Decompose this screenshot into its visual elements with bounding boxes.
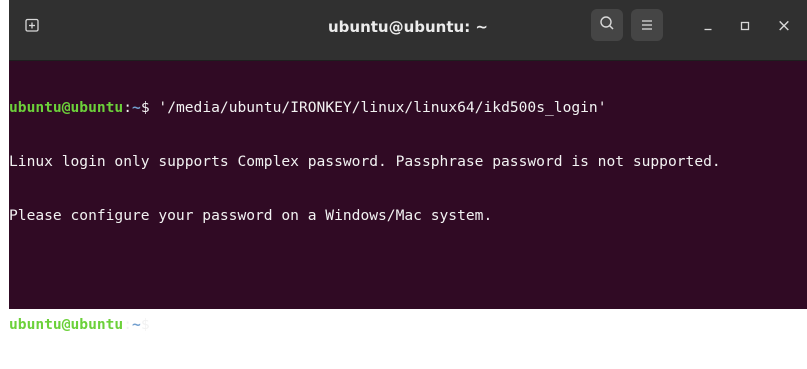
terminal-window: ubuntu@ubuntu: ~ × ubuntu@ubuntu:~$ '/me… xyxy=(9,0,807,333)
new-tab-icon xyxy=(24,17,40,37)
search-button[interactable] xyxy=(591,9,623,41)
prompt-user-host: ubuntu@ubuntu xyxy=(9,99,124,116)
prompt-path: ~ xyxy=(132,99,141,116)
terminal-output[interactable]: ubuntu@ubuntu:~$ '/media/ubuntu/IRONKEY/… xyxy=(9,60,807,333)
close-button[interactable]: × xyxy=(770,12,798,40)
prompt-path: ~ xyxy=(132,316,141,333)
terminal-line-output: Please configure your password on a Wind… xyxy=(9,207,493,224)
prompt-char: $ xyxy=(140,99,150,116)
command-text xyxy=(150,316,159,333)
hamburger-menu-icon xyxy=(640,16,654,35)
terminal-line-output: Linux login only supports Complex passwo… xyxy=(9,153,721,170)
minimize-icon xyxy=(702,17,714,36)
window-title: ubuntu@ubuntu: ~ xyxy=(327,18,489,36)
maximize-button[interactable] xyxy=(731,12,759,40)
prompt-colon: : xyxy=(123,316,133,333)
command-text: '/media/ubuntu/IRONKEY/linux/linux64/ikd… xyxy=(149,99,607,116)
terminal-line-command: ubuntu@ubuntu:~$ '/media/ubuntu/IRONKEY/… xyxy=(9,99,807,117)
maximize-icon xyxy=(739,17,751,36)
prompt-colon: : xyxy=(123,99,133,116)
terminal-line-prompt: ubuntu@ubuntu:~$ xyxy=(9,315,807,333)
prompt-char: $ xyxy=(140,316,150,333)
title-bar: ubuntu@ubuntu: ~ × xyxy=(9,0,807,61)
minimize-button[interactable] xyxy=(694,12,722,40)
text-cursor xyxy=(158,315,168,332)
prompt-user-host: ubuntu@ubuntu xyxy=(9,316,124,333)
close-icon: × xyxy=(776,16,792,36)
search-icon xyxy=(599,15,615,35)
new-tab-button[interactable] xyxy=(18,13,46,41)
menu-button[interactable] xyxy=(631,9,663,41)
